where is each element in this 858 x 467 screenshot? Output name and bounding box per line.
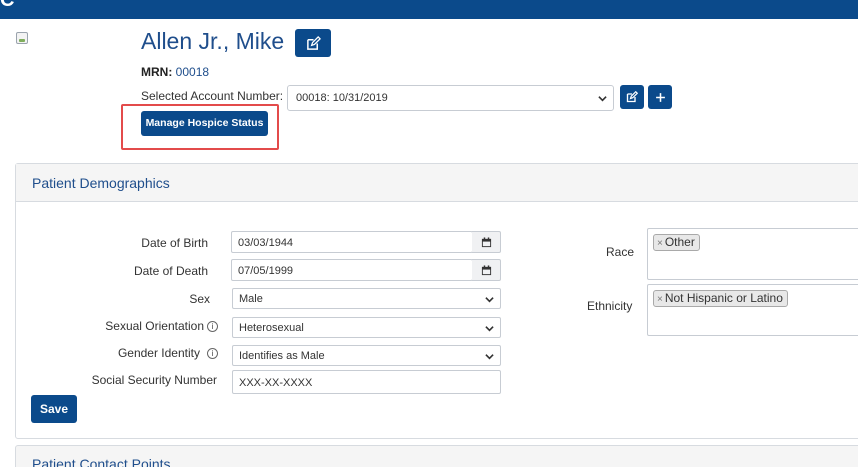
date-of-birth-calendar-button[interactable] (472, 231, 501, 253)
account-number-label: Selected Account Number: (141, 89, 284, 103)
sex-label: Sex (189, 292, 210, 306)
panel-title: Patient Contact Points (32, 456, 171, 467)
mrn-value: 00018 (175, 65, 210, 79)
patient-contact-points-panel: Patient Contact Points (15, 445, 858, 467)
date-of-death-label: Date of Death (133, 264, 208, 278)
top-navigation-bar: C (0, 0, 858, 19)
panel-header: Patient Demographics (16, 164, 858, 202)
manage-hospice-status-button[interactable]: Manage Hospice Status (141, 111, 268, 136)
tag-remove-icon[interactable]: × (657, 238, 663, 249)
chevron-down-icon (485, 326, 494, 332)
account-number-value: 00018: 10/31/2019 (296, 92, 388, 104)
tag-remove-icon[interactable]: × (657, 294, 663, 305)
mrn-label: MRN: (141, 65, 173, 79)
social-security-number-label: Social Security Number (91, 373, 217, 387)
account-number-select[interactable]: 00018: 10/31/2019 (287, 85, 614, 111)
calendar-icon (481, 264, 491, 275)
info-circle-icon[interactable]: i (207, 321, 218, 333)
chevron-down-icon (598, 96, 607, 102)
calendar-icon (481, 236, 491, 247)
social-security-number-input[interactable]: XXX-XX-XXXX (232, 370, 501, 394)
edit-patient-button[interactable] (295, 29, 331, 57)
mrn-row: MRN: 00018 (141, 65, 209, 79)
ethnicity-multiselect[interactable]: × Not Hispanic or Latino (647, 284, 858, 336)
ethnicity-label: Ethnicity (587, 299, 633, 313)
app-logo: C (0, 0, 30, 7)
add-account-button[interactable] (648, 85, 672, 109)
date-of-birth-label: Date of Birth (141, 236, 208, 250)
race-tag: × Other (653, 234, 700, 251)
patient-photo (16, 32, 28, 44)
pencil-square-icon (306, 35, 321, 50)
ethnicity-tag: × Not Hispanic or Latino (653, 290, 788, 307)
sexual-orientation-select[interactable]: Heterosexual (232, 317, 501, 338)
chevron-down-icon (485, 354, 494, 360)
save-button[interactable]: Save (31, 395, 77, 423)
plus-icon (655, 92, 665, 102)
race-multiselect[interactable]: × Other (647, 228, 858, 280)
gender-identity-select[interactable]: Identifies as Male (232, 345, 501, 366)
date-of-death-input[interactable]: 07/05/1999 (231, 259, 473, 281)
panel-title: Patient Demographics (32, 175, 170, 191)
sexual-orientation-label-text: Sexual Orientation (105, 319, 204, 333)
sex-value: Male (239, 293, 263, 305)
gender-identity-label: Gender Identity i (118, 346, 218, 360)
chevron-down-icon (485, 297, 494, 303)
sex-select[interactable]: Male (232, 288, 501, 309)
sexual-orientation-value: Heterosexual (239, 322, 304, 334)
gender-identity-value: Identifies as Male (239, 350, 325, 362)
patient-name: Allen Jr., Mike (141, 28, 285, 54)
race-tag-label: Other (664, 235, 695, 249)
sexual-orientation-label: Sexual Orientation i (105, 319, 218, 333)
gender-identity-label-text: Gender Identity (117, 346, 200, 360)
pencil-square-icon (626, 91, 638, 103)
info-circle-icon[interactable]: i (207, 348, 218, 360)
date-of-birth-input[interactable]: 03/03/1944 (231, 231, 473, 253)
edit-account-button[interactable] (620, 85, 644, 109)
date-of-death-calendar-button[interactable] (472, 259, 501, 281)
ethnicity-tag-label: Not Hispanic or Latino (664, 291, 783, 305)
race-label: Race (606, 245, 635, 259)
